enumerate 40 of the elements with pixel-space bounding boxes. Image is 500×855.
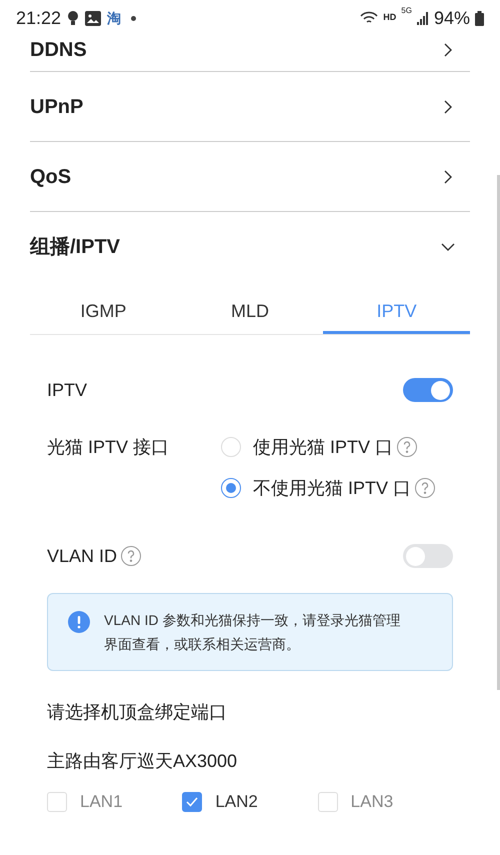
setting-label: 光猫 IPTV 接口 [47, 436, 170, 459]
section-title: 请选择机顶盒绑定端口 [47, 701, 228, 724]
notice-text: VLAN ID 参数和光猫保持一致，请登录光猫管理界面查看，或联系相关运营商。 [104, 611, 402, 654]
network-type: 5G [401, 4, 412, 16]
radio-label: 不使用光猫 IPTV 口 [253, 476, 412, 500]
signal-icon [416, 12, 429, 24]
port-label: LAN3 [350, 791, 394, 813]
lightbulb-icon [67, 10, 80, 26]
menu-row[interactable]: UPnP [30, 72, 470, 142]
battery-percent: 94% [434, 6, 470, 30]
checkbox[interactable] [182, 792, 202, 812]
help-icon[interactable] [397, 437, 418, 457]
tab[interactable]: MLD [176, 292, 324, 334]
menu-label: 组播/IPTV [30, 235, 120, 260]
hd-indicator: HD [383, 11, 396, 24]
port-label: LAN2 [215, 791, 258, 813]
clock: 21:22 [16, 6, 62, 30]
router-name: 主路由客厅巡天AX3000 [47, 750, 238, 773]
menu-row[interactable]: 组播/IPTV [30, 212, 470, 282]
info-icon [68, 611, 90, 633]
image-icon [85, 10, 102, 26]
toggle-switch[interactable] [403, 378, 453, 402]
tab[interactable]: IGMP [30, 292, 177, 334]
menu-row[interactable]: QoS [30, 142, 470, 212]
menu-label: QoS [30, 164, 72, 190]
toggle-switch[interactable] [403, 544, 453, 568]
help-icon[interactable] [415, 478, 436, 498]
menu-row[interactable]: DDNS [30, 28, 470, 72]
wifi-icon [360, 11, 378, 25]
radio-label: 使用光猫 IPTV 口 [253, 436, 394, 458]
help-icon[interactable] [121, 546, 142, 566]
setting-label: IPTV [47, 378, 88, 402]
menu-label: DDNS [30, 38, 87, 62]
port-label: LAN1 [80, 791, 123, 813]
radio-button[interactable] [221, 478, 241, 498]
checkmark-icon [186, 796, 198, 807]
app-icon: 淘 [107, 8, 122, 28]
battery-icon [475, 10, 484, 26]
menu-label: UPnP [30, 94, 84, 120]
setting-label: VLAN ID [47, 544, 118, 568]
